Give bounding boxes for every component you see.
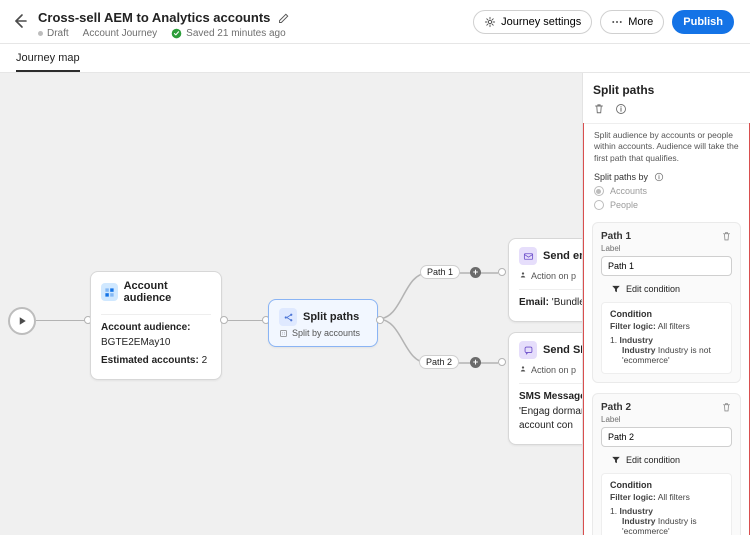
path2-label-input[interactable] xyxy=(601,427,732,447)
status-draft: Draft xyxy=(38,28,69,39)
path2-name: Path 2 xyxy=(601,402,721,413)
back-button[interactable] xyxy=(12,13,28,29)
edit-condition-path1[interactable]: Edit condition xyxy=(593,282,740,302)
port xyxy=(498,358,506,366)
path-card-1: Path 1 Label Edit condition Condition Fi… xyxy=(592,222,741,383)
radio-people[interactable]: People xyxy=(584,198,749,212)
check-circle-icon xyxy=(171,28,182,39)
radio-accounts[interactable]: Accounts xyxy=(584,184,749,198)
add-node-path2[interactable]: + xyxy=(470,357,481,368)
info-icon xyxy=(615,103,627,115)
play-icon xyxy=(16,315,28,327)
delete-node-button[interactable] xyxy=(593,103,605,115)
panel-title: Split paths xyxy=(583,73,750,103)
node-account-audience[interactable]: Account audience Account audience: BGTE2… xyxy=(90,271,222,380)
chip-path2: Path 2 xyxy=(419,355,459,369)
side-panel-split-paths: Split paths Split audience by accounts o… xyxy=(582,73,750,535)
person-icon xyxy=(519,365,527,373)
publish-button[interactable]: Publish xyxy=(672,10,734,34)
subtitle: Account Journey xyxy=(83,28,158,39)
edge xyxy=(36,320,86,321)
arrow-left-icon xyxy=(12,13,28,29)
split-icon xyxy=(279,308,297,326)
action-icon xyxy=(519,341,537,359)
filter-icon xyxy=(611,455,621,465)
path-card-2: Path 2 Label Edit condition Condition Fi… xyxy=(592,393,741,535)
more-icon xyxy=(611,16,623,28)
start-node[interactable] xyxy=(8,307,36,335)
port xyxy=(220,316,228,324)
saved-indicator: Saved 21 minutes ago xyxy=(171,28,286,39)
chip-path1: Path 1 xyxy=(420,265,460,279)
action-icon xyxy=(519,247,537,265)
audience-icon xyxy=(101,283,118,301)
journey-settings-button[interactable]: Journey settings xyxy=(473,10,592,34)
port xyxy=(498,268,506,276)
delete-path2-button[interactable] xyxy=(721,402,732,413)
node-split-paths[interactable]: Split paths Split by accounts xyxy=(268,299,378,347)
person-icon xyxy=(519,271,527,279)
path1-label-input[interactable] xyxy=(601,256,732,276)
delete-path1-button[interactable] xyxy=(721,231,732,242)
edit-condition-path2[interactable]: Edit condition xyxy=(593,453,740,473)
more-button[interactable]: More xyxy=(600,10,664,34)
edit-title-button[interactable] xyxy=(278,12,290,24)
trash-icon xyxy=(593,103,605,115)
building-icon xyxy=(279,329,288,338)
gear-icon xyxy=(484,16,496,28)
page-title: Cross-sell AEM to Analytics accounts xyxy=(38,10,270,25)
port xyxy=(376,316,384,324)
condition-summary-path2: Condition Filter logic: All filters 1. I… xyxy=(601,473,732,535)
panel-description: Split audience by accounts or people wit… xyxy=(584,123,749,168)
add-node-path1[interactable]: + xyxy=(470,267,481,278)
split-paths-by-label: Split paths by xyxy=(584,168,749,184)
pencil-icon xyxy=(278,12,290,24)
info-icon xyxy=(654,172,664,182)
info-button[interactable] xyxy=(615,103,627,115)
filter-icon xyxy=(611,284,621,294)
trash-icon xyxy=(721,402,732,413)
tab-journey-map[interactable]: Journey map xyxy=(16,44,80,72)
path1-name: Path 1 xyxy=(601,231,721,242)
condition-summary-path1: Condition Filter logic: All filters 1. I… xyxy=(601,302,732,374)
edge xyxy=(228,320,264,321)
trash-icon xyxy=(721,231,732,242)
